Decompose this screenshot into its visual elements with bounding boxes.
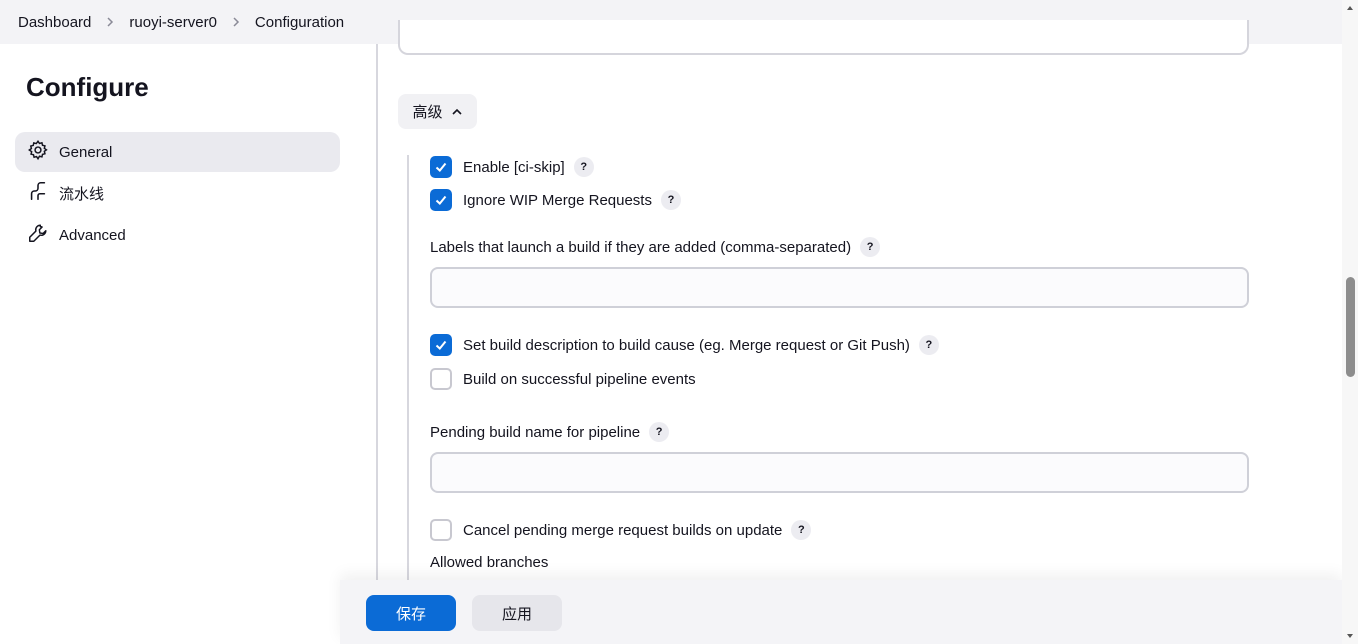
- apply-button[interactable]: 应用: [472, 595, 562, 631]
- pending-name-label-text: Pending build name for pipeline: [430, 423, 641, 441]
- help-icon[interactable]: ?: [918, 335, 939, 355]
- sidebar: Configure General 流水线 Advanced: [0, 44, 360, 644]
- advanced-toggle-label: 高级: [412, 104, 443, 121]
- advanced-section-divider: [407, 155, 409, 585]
- pipeline-events-checkbox[interactable]: [430, 368, 452, 390]
- gear-icon: [27, 139, 59, 165]
- ci-skip-label[interactable]: Enable [ci-skip]: [463, 159, 565, 176]
- help-icon[interactable]: ?: [791, 520, 812, 540]
- breadcrumb-job[interactable]: ruoyi-server0: [129, 14, 217, 31]
- sidebar-item-general[interactable]: General: [15, 132, 340, 172]
- help-icon[interactable]: ?: [860, 237, 881, 257]
- cancel-pending-option: Cancel pending merge request builds on u…: [430, 519, 812, 541]
- pending-name-input[interactable]: [430, 452, 1249, 493]
- pipeline-events-label[interactable]: Build on successful pipeline events: [463, 371, 696, 388]
- set-description-label[interactable]: Set build description to build cause (eg…: [463, 337, 910, 354]
- pipeline-icon: [27, 180, 59, 206]
- checkmark-icon: [435, 195, 447, 205]
- help-icon[interactable]: ?: [649, 422, 670, 442]
- wrench-icon: [27, 222, 59, 248]
- checkmark-icon: [435, 162, 447, 172]
- set-description-checkbox[interactable]: [430, 334, 452, 356]
- labels-input[interactable]: [430, 267, 1249, 308]
- previous-field-input[interactable]: [398, 20, 1249, 55]
- ignore-wip-label[interactable]: Ignore WIP Merge Requests: [463, 192, 652, 209]
- save-button[interactable]: 保存: [366, 595, 456, 631]
- sidebar-item-label: General: [59, 143, 113, 161]
- scroll-down-icon[interactable]: [1346, 632, 1354, 640]
- sidebar-item-advanced[interactable]: Advanced: [15, 215, 340, 255]
- chevron-right-icon: [231, 17, 241, 27]
- allowed-branches-label: Allowed branches: [430, 554, 548, 571]
- breadcrumb-configuration[interactable]: Configuration: [255, 14, 344, 31]
- breadcrumb-dashboard[interactable]: Dashboard: [18, 14, 91, 31]
- ignore-wip-checkbox[interactable]: [430, 189, 452, 211]
- ci-skip-checkbox[interactable]: [430, 156, 452, 178]
- labels-field-label: Labels that launch a build if they are a…: [430, 237, 881, 257]
- allowed-branches-label-text: Allowed branches: [430, 554, 549, 571]
- checkmark-icon: [435, 340, 447, 350]
- set-description-option: Set build description to build cause (eg…: [430, 334, 939, 356]
- chevron-up-icon: [451, 108, 462, 115]
- page-title: Configure: [26, 72, 149, 102]
- labels-field-label-text: Labels that launch a build if they are a…: [430, 238, 852, 256]
- sidebar-item-label: Advanced: [59, 226, 126, 244]
- scroll-up-icon[interactable]: [1346, 4, 1354, 12]
- pending-name-field-label: Pending build name for pipeline ?: [430, 422, 670, 442]
- ci-skip-option: Enable [ci-skip] ?: [430, 156, 594, 178]
- scrollbar-thumb[interactable]: [1346, 277, 1355, 377]
- ignore-wip-option: Ignore WIP Merge Requests ?: [430, 189, 681, 211]
- section-divider: [376, 44, 378, 584]
- pipeline-events-option: Build on successful pipeline events: [430, 368, 696, 390]
- sidebar-item-pipeline[interactable]: 流水线: [15, 173, 340, 213]
- help-icon[interactable]: ?: [660, 190, 681, 210]
- cancel-pending-checkbox[interactable]: [430, 519, 452, 541]
- help-icon[interactable]: ?: [573, 157, 594, 177]
- chevron-right-icon: [105, 17, 115, 27]
- sidebar-item-label: 流水线: [59, 185, 105, 203]
- advanced-toggle-button[interactable]: 高级: [398, 94, 477, 129]
- cancel-pending-label[interactable]: Cancel pending merge request builds on u…: [463, 522, 782, 539]
